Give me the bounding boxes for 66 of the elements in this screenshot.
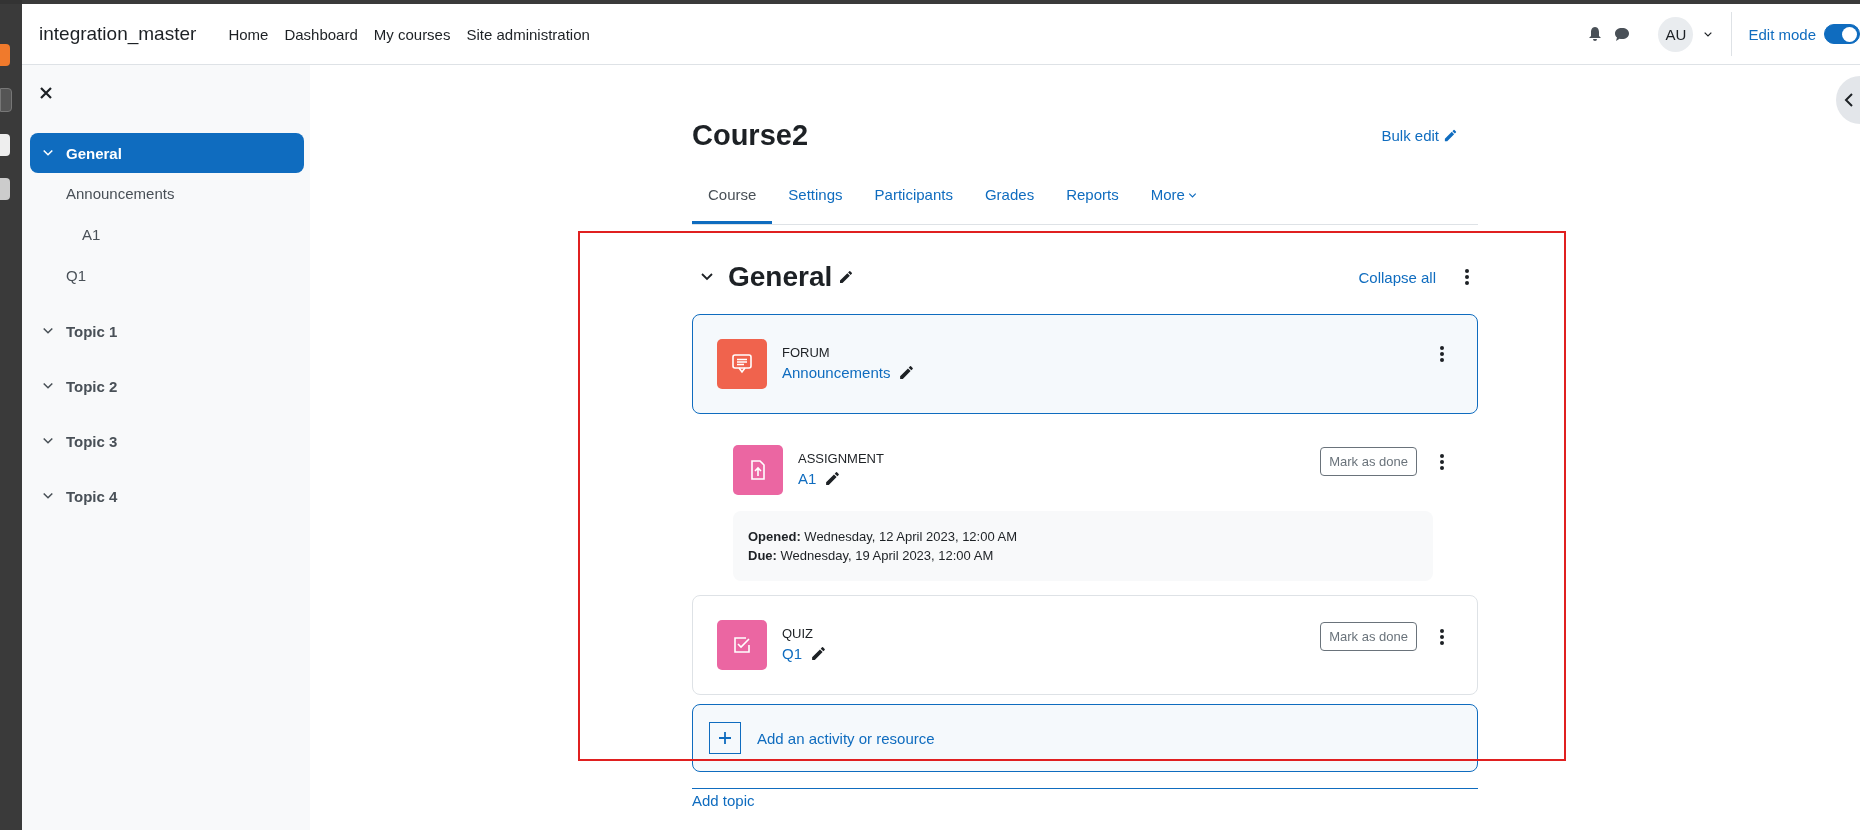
tab[interactable]: More bbox=[1134, 169, 1213, 224]
dock-app-icon[interactable] bbox=[0, 134, 10, 156]
course-index-item[interactable]: Announcements bbox=[30, 173, 304, 214]
course-index-section[interactable]: Topic 1 bbox=[30, 311, 304, 351]
pencil-icon bbox=[838, 269, 855, 285]
pencil-icon bbox=[1443, 127, 1458, 143]
forum-icon bbox=[717, 339, 767, 389]
course-index-item[interactable]: A1 bbox=[30, 214, 304, 255]
pencil-icon[interactable] bbox=[824, 470, 842, 487]
course-index-section[interactable]: General bbox=[30, 133, 304, 173]
nav-link[interactable]: My courses bbox=[373, 25, 451, 43]
date-line: Opened: Wednesday, 12 April 2023, 12:00 AM bbox=[748, 528, 1019, 546]
pencil-icon[interactable] bbox=[810, 645, 827, 662]
tab[interactable]: Reports bbox=[1050, 169, 1135, 224]
chat-icon[interactable] bbox=[1614, 26, 1631, 42]
nav-link[interactable]: Home bbox=[228, 25, 269, 43]
date-line: Due: Wednesday, 19 April 2023, 12:00 AM bbox=[748, 547, 995, 565]
kebab-icon bbox=[1439, 452, 1445, 471]
bulk-edit-link[interactable]: Bulk edit bbox=[1381, 126, 1458, 144]
drawer-toggle-button[interactable] bbox=[1836, 76, 1860, 124]
activity-link[interactable]: A1 bbox=[798, 470, 817, 487]
add-activity-button[interactable]: Add an activity or resource bbox=[692, 704, 1478, 772]
section-label: Topic 2 bbox=[66, 377, 118, 395]
course-index-section[interactable]: Topic 2 bbox=[30, 366, 304, 406]
course-index-item[interactable]: Q1 bbox=[30, 255, 304, 296]
mark-as-done-button[interactable]: Mark as done bbox=[1320, 622, 1417, 651]
activity-type: QUIZ bbox=[782, 626, 815, 641]
close-icon bbox=[40, 87, 52, 99]
course-index-section[interactable]: Topic 4 bbox=[30, 476, 304, 516]
edit-mode-label: Edit mode bbox=[1748, 25, 1816, 43]
add-topic-link[interactable]: Add topic bbox=[692, 792, 755, 809]
course-title: Course2 bbox=[692, 118, 809, 152]
nav-link[interactable]: Dashboard bbox=[284, 25, 358, 43]
tab[interactable]: Grades bbox=[968, 169, 1051, 224]
kebab-icon bbox=[1464, 268, 1470, 286]
tab[interactable]: Participants bbox=[858, 169, 969, 224]
collapse-all-link[interactable]: Collapse all bbox=[1358, 268, 1436, 286]
nav-link[interactable]: Site administration bbox=[466, 25, 590, 43]
activity-type: ASSIGNMENT bbox=[798, 451, 884, 466]
pencil-icon[interactable] bbox=[898, 364, 916, 381]
dock-app-icon[interactable] bbox=[0, 178, 10, 200]
edit-mode-toggle[interactable] bbox=[1824, 24, 1860, 44]
section-label: Topic 3 bbox=[66, 432, 118, 450]
quiz-icon bbox=[717, 620, 767, 670]
activity-type: FORUM bbox=[782, 345, 831, 360]
caret-icon bbox=[1187, 190, 1197, 199]
kebab-icon bbox=[1439, 627, 1445, 646]
activity-link[interactable]: Announcements bbox=[782, 364, 891, 381]
tab[interactable]: Course bbox=[692, 169, 773, 224]
section-label: Topic 4 bbox=[66, 487, 118, 505]
section-title: General bbox=[728, 261, 833, 293]
caret-icon[interactable] bbox=[1703, 30, 1714, 38]
activity-link[interactable]: Q1 bbox=[782, 645, 802, 662]
bell-icon[interactable] bbox=[1588, 26, 1603, 42]
tab[interactable]: Settings bbox=[772, 169, 859, 224]
dock-app-icon[interactable] bbox=[0, 44, 10, 66]
kebab-icon bbox=[1439, 345, 1445, 363]
mark-as-done-button[interactable]: Mark as done bbox=[1320, 447, 1417, 476]
course-index-section[interactable]: Topic 3 bbox=[30, 421, 304, 461]
chevron-left-icon bbox=[1842, 92, 1856, 108]
assignment-icon bbox=[733, 445, 783, 495]
section-label: General bbox=[66, 144, 122, 162]
plus-icon bbox=[718, 731, 732, 745]
user-avatar[interactable]: AU bbox=[1658, 16, 1694, 52]
site-name[interactable]: integration_master bbox=[39, 23, 197, 45]
section-label: Topic 1 bbox=[66, 322, 118, 340]
